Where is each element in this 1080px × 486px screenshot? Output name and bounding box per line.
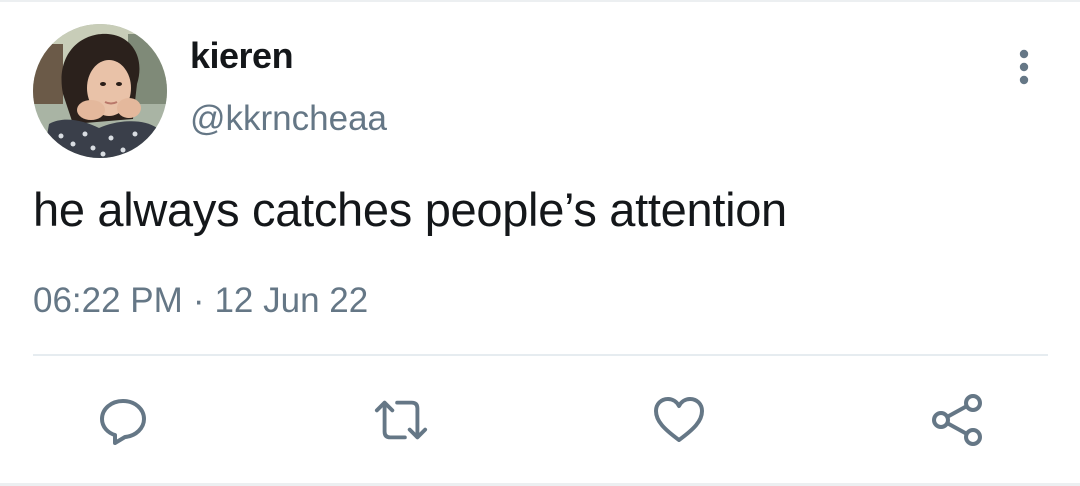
more-vertical-icon [1019,49,1029,85]
avatar[interactable] [33,24,167,158]
retweet-icon [374,400,428,440]
tweet-date: 12 Jun 22 [214,281,369,320]
tweet-time: 06:22 PM [33,281,183,320]
tweet-card: kieren @kkrncheaa he always catches peop… [0,0,1080,486]
like-button[interactable] [651,392,707,448]
avatar-photo [33,24,167,158]
more-button[interactable] [1004,46,1044,88]
author-handle[interactable]: @kkrncheaa [190,99,387,139]
reply-button[interactable] [95,392,151,448]
retweet-button[interactable] [373,392,429,448]
tweet-text: he always catches people’s attention [33,183,787,236]
tweet-timestamp[interactable]: 06:22 PM · 12 Jun 22 [33,281,368,321]
share-icon [932,394,982,446]
meta-separator: · [192,281,205,320]
like-icon [654,397,704,442]
divider [33,354,1048,356]
author-name[interactable]: kieren [190,35,294,77]
reply-icon [100,399,146,445]
share-button[interactable] [929,392,985,448]
